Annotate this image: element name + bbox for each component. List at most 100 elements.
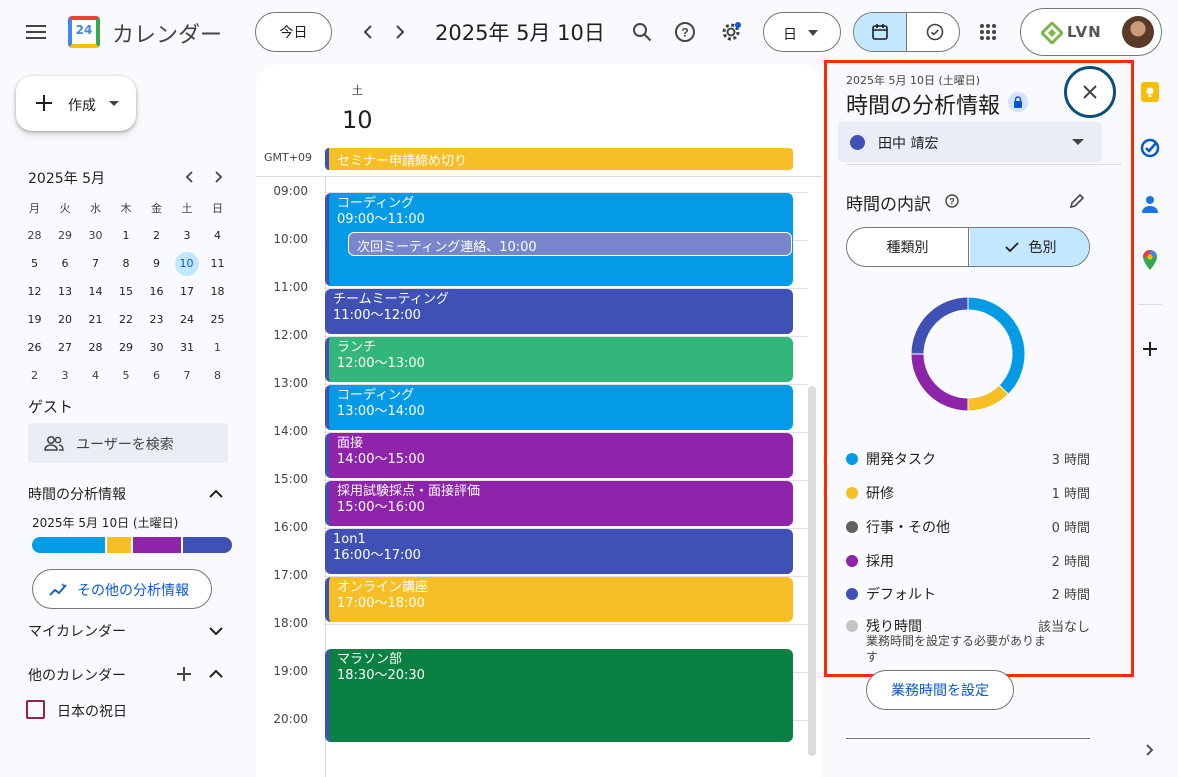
event-block[interactable]: オンライン講座 17:00～18:00 [325,577,793,622]
mini-day[interactable]: 11 [202,256,233,280]
mini-day[interactable]: 2 [19,368,50,392]
mini-day[interactable]: 27 [50,340,81,364]
mini-day[interactable]: 3 [172,228,203,252]
mini-day[interactable]: 21 [80,312,111,336]
create-button[interactable]: 作成 [16,76,136,131]
event-title: オンライン講座 [337,580,429,595]
main-menu-icon[interactable] [18,16,54,48]
mini-day[interactable]: 19 [19,312,50,336]
event-block[interactable]: 採用試験採点・面接評価 15:00～16:00 [325,481,793,526]
event-block[interactable]: 1on1 16:00～17:00 [325,529,793,574]
contacts-icon[interactable] [1140,194,1160,214]
mini-day[interactable]: 13 [50,284,81,308]
mini-day[interactable]: 28 [19,228,50,252]
account-chip[interactable]: LVN [1020,8,1162,56]
add-calendar-icon[interactable] [174,664,194,684]
mini-day[interactable]: 29 [111,340,142,364]
mini-calendar-title: 2025年 5月 [28,171,105,187]
mini-day[interactable]: 3 [50,368,81,392]
event-block[interactable]: 面接 14:00～15:00 [325,433,793,478]
guest-search-input[interactable]: ユーザーを検索 [28,423,228,463]
mini-day[interactable]: 10 [174,252,199,276]
mini-day[interactable]: 7 [80,256,111,280]
mini-day[interactable]: 1 [111,228,142,252]
mini-day[interactable]: 30 [141,340,172,364]
mini-next-icon[interactable] [210,168,228,186]
day-number[interactable]: 10 [342,106,373,134]
settings-icon[interactable] [711,12,751,52]
mini-day[interactable]: 4 [80,368,111,392]
by-color-button[interactable]: 色別 [970,228,1089,266]
mini-day[interactable]: 17 [172,284,203,308]
mini-day[interactable]: 5 [19,256,50,280]
expand-panel-icon[interactable] [1140,740,1160,760]
mini-day[interactable]: 18 [202,284,233,308]
maps-icon[interactable] [1140,250,1160,270]
legend-value: 3 時間 [1051,453,1090,468]
mini-day[interactable]: 14 [80,284,111,308]
add-addon-icon[interactable] [1140,339,1160,359]
time-donut-chart [910,296,1026,412]
mini-day[interactable]: 6 [50,256,81,280]
holiday-calendar-checkbox[interactable] [26,700,45,719]
next-icon[interactable] [388,20,412,44]
mini-day[interactable]: 16 [141,284,172,308]
dropdown-arrow-icon [1072,139,1084,145]
scrollbar[interactable] [808,386,816,756]
mini-day[interactable]: 22 [111,312,142,336]
mini-day[interactable]: 26 [19,340,50,364]
view-selector[interactable]: 日 [763,12,841,52]
mini-day[interactable]: 29 [50,228,81,252]
event-block[interactable]: チームミーティング 11:00～12:00 [325,289,793,334]
legend-dot [846,588,858,600]
event-block[interactable]: コーディング 13:00～14:00 [325,385,793,430]
prev-icon[interactable] [356,20,380,44]
mini-day[interactable]: 2 [141,228,172,252]
help-icon[interactable]: ? [665,12,705,52]
set-hours-button[interactable]: 業務時間を設定 [866,670,1014,710]
allday-event[interactable]: セミナー申請締め切り [325,148,793,170]
search-icon[interactable] [622,12,662,52]
avatar[interactable] [1122,16,1154,48]
mini-day[interactable]: 7 [172,368,203,392]
mini-day[interactable]: 25 [202,312,233,336]
mini-prev-icon[interactable] [180,168,198,186]
collapse-icon[interactable] [206,664,226,682]
event-block[interactable]: ランチ 12:00～13:00 [325,337,793,382]
more-insights-button[interactable]: その他の分析情報 [32,569,212,609]
tasks-mode-button[interactable] [908,13,959,51]
my-calendars-title[interactable]: マイカレンダー [28,621,126,641]
mini-day[interactable]: 30 [80,228,111,252]
expand-icon[interactable] [206,622,226,640]
mini-day[interactable]: 8 [202,368,233,392]
legend-value: 1 時間 [1051,487,1090,502]
reminder-chip[interactable]: 次回ミーティング連絡、10:00 [348,232,792,256]
today-button[interactable]: 今日 [255,12,332,52]
apps-icon[interactable] [968,12,1008,52]
by-type-button[interactable]: 種類別 [847,228,969,266]
mini-day[interactable]: 15 [111,284,142,308]
event-block[interactable]: マラソン部 18:30～20:30 [325,649,793,742]
mini-day[interactable]: 24 [172,312,203,336]
mini-day[interactable]: 23 [141,312,172,336]
keep-icon[interactable] [1140,82,1160,102]
mini-day[interactable]: 5 [111,368,142,392]
mini-day[interactable]: 31 [172,340,203,364]
person-selector[interactable]: 田中 靖宏 [838,122,1102,162]
edit-icon[interactable] [1066,190,1088,212]
mini-day[interactable]: 4 [202,228,233,252]
close-panel-button[interactable] [1064,66,1116,118]
mini-day[interactable]: 9 [141,256,172,280]
calendar-mode-button[interactable] [854,13,907,51]
tasks-icon[interactable] [1140,138,1160,158]
mini-day[interactable]: 6 [141,368,172,392]
collapse-icon[interactable] [206,484,226,502]
event-time: 13:00～14:00 [337,404,425,419]
mini-day[interactable]: 28 [80,340,111,364]
mini-day[interactable]: 20 [50,312,81,336]
mini-day[interactable]: 1 [202,340,233,364]
mini-day[interactable]: 8 [111,256,142,280]
mini-day[interactable]: 12 [19,284,50,308]
event-title: チームミーティング [333,292,449,307]
help-icon[interactable]: ? [944,193,960,209]
